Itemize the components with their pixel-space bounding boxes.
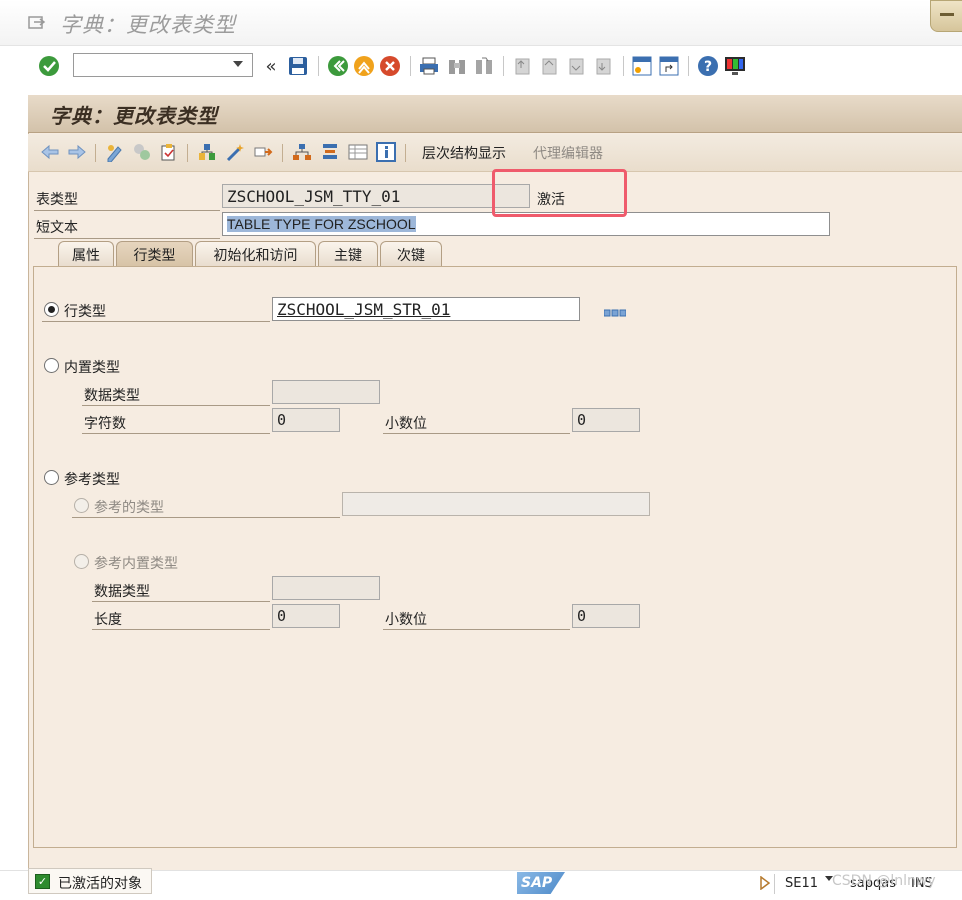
first-page-icon[interactable] <box>511 55 533 77</box>
other-object-icon[interactable] <box>131 142 153 162</box>
ref-builtin-type-label: 参考内置类型 <box>94 556 178 572</box>
table-type-field[interactable]: ZSCHOOL_JSM_TTY_01 <box>222 184 530 208</box>
data-type-label: 数据类型 <box>84 388 140 404</box>
char-count-field[interactable]: 0 <box>272 408 340 432</box>
proxy-editor-button[interactable]: 代理编辑器 <box>533 143 603 163</box>
hierarchy-icon[interactable] <box>291 142 313 162</box>
ref-data-type-field[interactable] <box>272 576 380 600</box>
collapse-command-icon[interactable]: « <box>260 55 282 77</box>
activate-wand-icon[interactable] <box>224 142 246 162</box>
page-title: 字典：更改表类型 <box>50 104 218 128</box>
ref-decimals-label: 小数位 <box>385 612 427 628</box>
radio-builtin-type[interactable] <box>44 358 59 373</box>
ref-type-name-field[interactable] <box>342 492 650 516</box>
ref-decimals-field[interactable]: 0 <box>572 604 640 628</box>
char-count-label: 字符数 <box>84 416 126 432</box>
exit-icon[interactable] <box>353 55 375 77</box>
check-icon[interactable] <box>158 142 180 162</box>
new-session-icon[interactable] <box>631 55 653 77</box>
layout-menu-icon[interactable] <box>724 55 746 77</box>
radio-ref-type-name[interactable] <box>74 498 89 513</box>
info-icon[interactable] <box>375 142 397 162</box>
customize-layout-button[interactable] <box>930 0 962 32</box>
print-icon[interactable] <box>418 55 440 77</box>
forward-arrow-icon[interactable] <box>66 142 88 162</box>
decimals-field[interactable]: 0 <box>572 408 640 432</box>
svg-text:?: ? <box>704 59 712 75</box>
reference-type-option-label: 参考类型 <box>64 472 120 488</box>
ref-data-type-label: 数据类型 <box>94 584 150 600</box>
window-title: 字典：更改表类型 <box>60 13 236 37</box>
length-field[interactable]: 0 <box>272 604 340 628</box>
navigation-icon[interactable] <box>252 142 274 162</box>
status-message: 已激活的对象 <box>58 876 142 892</box>
row-type-option-label: 行类型 <box>64 304 106 320</box>
hierarchy-display-button[interactable]: 层次结构显示 <box>422 143 506 163</box>
enter-icon[interactable] <box>38 55 60 77</box>
cancel-icon[interactable] <box>379 55 401 77</box>
watermark: CSDN @lnlnwy <box>832 873 936 889</box>
short-text-value: TABLE TYPE FOR ZSCHOOL <box>227 216 416 232</box>
back-arrow-icon[interactable] <box>39 142 61 162</box>
transaction-code: SE11 <box>785 876 819 891</box>
tab-attributes[interactable]: 属性 <box>58 241 114 267</box>
ref-type-name-label: 参考的类型 <box>94 500 164 516</box>
shortcut-icon[interactable] <box>658 55 680 77</box>
command-field[interactable] <box>73 53 253 77</box>
last-page-icon[interactable] <box>592 55 614 77</box>
short-text-label: 短文本 <box>36 220 78 236</box>
row-type-field[interactable]: ZSCHOOL_JSM_STR_01 <box>272 297 580 321</box>
value-help-icon[interactable] <box>603 305 627 321</box>
tab-primary-key[interactable]: 主键 <box>318 241 378 267</box>
length-label: 长度 <box>94 612 122 628</box>
data-type-field[interactable] <box>272 380 380 404</box>
help-icon[interactable]: ? <box>697 55 719 77</box>
find-icon[interactable] <box>446 55 468 77</box>
table-type-label: 表类型 <box>36 192 78 208</box>
previous-page-icon[interactable] <box>538 55 560 77</box>
builtin-type-option-label: 内置类型 <box>64 360 120 376</box>
tab-row-type[interactable]: 行类型 <box>116 241 193 268</box>
tab-init-access[interactable]: 初始化和访问 <box>195 241 316 267</box>
list-icon[interactable] <box>319 142 341 162</box>
radio-reference-type[interactable] <box>44 470 59 485</box>
radio-ref-builtin-type[interactable] <box>74 554 89 569</box>
back-icon[interactable] <box>327 55 349 77</box>
annotation-highlight <box>492 169 627 217</box>
tab-secondary-key[interactable]: 次键 <box>380 241 442 267</box>
save-icon[interactable] <box>287 55 309 77</box>
command-dropdown-icon[interactable] <box>233 61 243 67</box>
table-view-icon[interactable] <box>347 142 369 162</box>
success-check-icon: ✓ <box>35 874 50 889</box>
radio-row-type[interactable] <box>44 302 59 317</box>
window-menu-icon[interactable] <box>28 16 46 30</box>
where-used-icon[interactable] <box>196 142 218 162</box>
next-page-icon[interactable] <box>565 55 587 77</box>
find-next-icon[interactable] <box>473 55 495 77</box>
display-change-icon[interactable] <box>104 142 126 162</box>
decimals-label: 小数位 <box>385 416 427 432</box>
status-expand-icon[interactable] <box>760 875 771 894</box>
